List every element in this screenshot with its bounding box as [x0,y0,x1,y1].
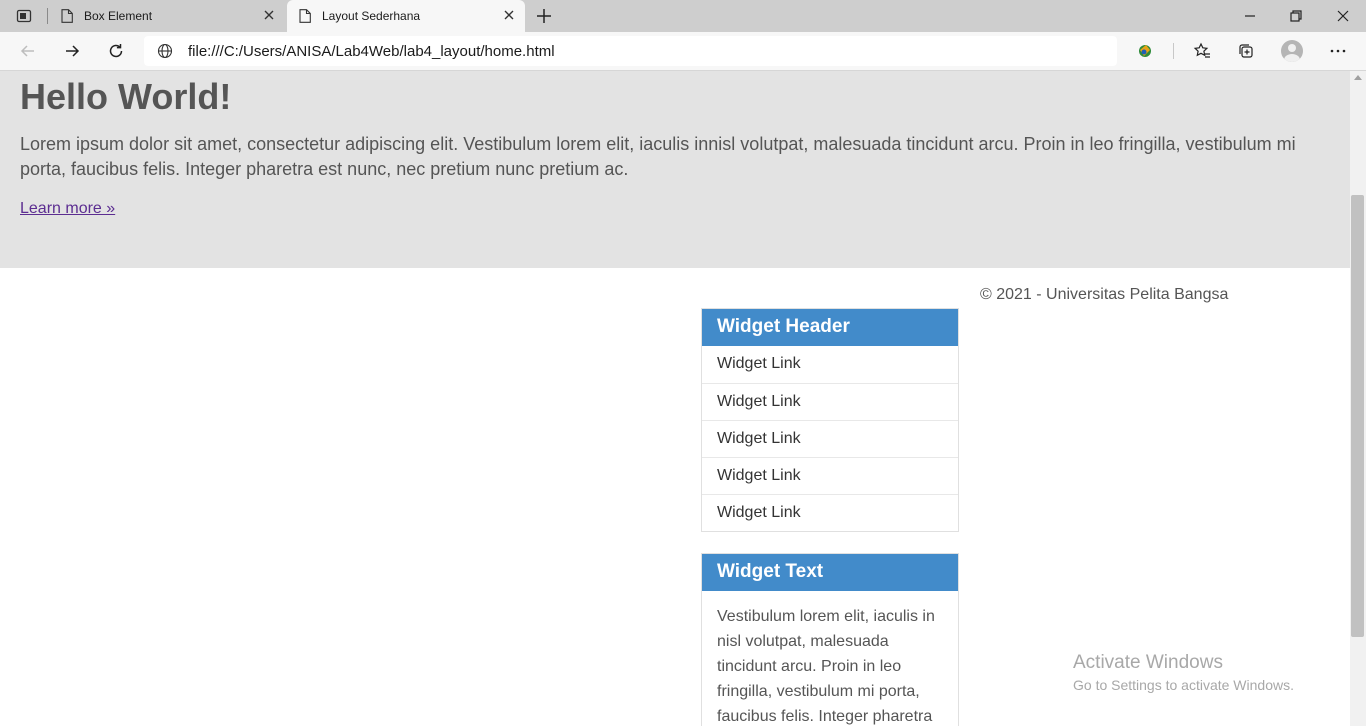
url-text: file:///C:/Users/ANISA/Lab4Web/lab4_layo… [188,43,555,60]
back-icon[interactable] [18,41,38,61]
scroll-up-arrow-icon[interactable] [1354,75,1362,80]
widget-text-header: Widget Text [702,554,958,591]
more-menu-icon[interactable] [1328,41,1348,61]
widget-link[interactable]: Widget Link [702,457,958,494]
tab-layout-sederhana[interactable]: Layout Sederhana [287,0,525,32]
widget-link[interactable]: Widget Link [702,420,958,457]
address-bar[interactable]: file:///C:/Users/ANISA/Lab4Web/lab4_layo… [144,36,1117,66]
page-icon [299,9,311,23]
tab-actions-icon[interactable] [8,6,40,26]
widget-links: Widget Header Widget Link Widget Link Wi… [701,308,959,532]
widget-link[interactable]: Widget Link [702,383,958,420]
page-icon [61,9,73,23]
new-tab-icon[interactable] [534,6,554,26]
close-window-icon[interactable] [1333,6,1353,26]
widget-text-body: Vestibulum lorem elit, iaculis in nisl v… [717,608,935,725]
hero-section: Hello World! Lorem ipsum dolor sit amet,… [0,71,1350,268]
activate-windows-watermark: Activate Windows Go to Settings to activ… [1073,652,1294,693]
minimize-icon[interactable] [1240,6,1260,26]
watermark-title: Activate Windows [1073,652,1223,673]
restore-icon[interactable] [1286,6,1306,26]
widget-text: Widget Text Vestibulum lorem elit, iacul… [701,553,959,726]
widget-link[interactable]: Widget Link [702,494,958,531]
widget-header: Widget Header [702,309,958,346]
hero-title: Hello World! [20,76,232,117]
vertical-scrollbar[interactable] [1350,71,1366,726]
tab-separator [47,8,48,24]
favorites-icon[interactable] [1192,41,1212,61]
scroll-thumb[interactable] [1351,195,1364,637]
widget-link[interactable]: Widget Link [702,346,958,383]
profile-avatar[interactable] [1281,40,1303,62]
tab-title: Layout Sederhana [322,9,421,23]
tab-title: Box Element [84,9,153,23]
page-viewport: Hello World! Lorem ipsum dolor sit amet,… [0,71,1350,726]
learn-more-link[interactable]: Learn more » [20,200,115,218]
refresh-icon[interactable] [106,41,126,61]
toolbar-divider [1173,43,1174,59]
close-tab-icon[interactable] [261,7,277,23]
globe-icon [157,43,173,59]
extension-icon[interactable] [1135,41,1155,61]
close-tab-icon[interactable] [501,7,517,23]
collections-icon[interactable] [1236,41,1256,61]
hero-paragraph: Lorem ipsum dolor sit amet, consectetur … [20,134,1296,179]
forward-icon[interactable] [62,41,82,61]
watermark-subtitle: Go to Settings to activate Windows. [1073,677,1294,693]
tab-box-element[interactable]: Box Element [49,0,285,32]
browser-toolbar: file:///C:/Users/ANISA/Lab4Web/lab4_layo… [0,32,1366,71]
footer-copyright: © 2021 - Universitas Pelita Bangsa [980,286,1229,303]
tab-bar: Box Element Layout Sederhana [0,0,1366,32]
